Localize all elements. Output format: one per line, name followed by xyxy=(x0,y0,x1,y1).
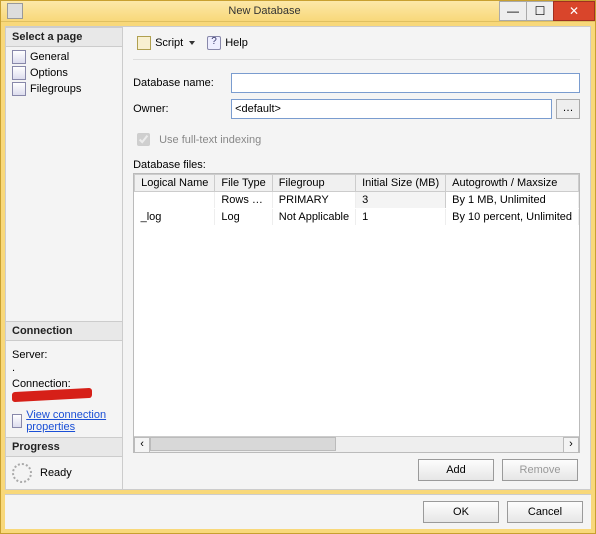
scroll-left-arrow[interactable]: ‹ xyxy=(134,437,150,453)
sidebar-item-options[interactable]: Options xyxy=(6,65,122,81)
owner-input[interactable] xyxy=(231,99,552,119)
col-filegroup[interactable]: Filegroup xyxy=(272,175,355,192)
script-label: Script xyxy=(155,37,183,49)
cell-autogrowth[interactable]: By 10 percent, Unlimited xyxy=(446,209,579,226)
maximize-button[interactable]: ☐ xyxy=(526,1,554,21)
cell-file-type[interactable]: Log xyxy=(215,209,272,226)
scroll-right-arrow[interactable]: › xyxy=(563,437,579,453)
db-name-label: Database name: xyxy=(133,77,231,89)
progress-spinner-icon xyxy=(12,463,32,483)
connection-label: Connection: xyxy=(12,378,116,390)
properties-icon xyxy=(12,414,22,428)
fulltext-checkbox xyxy=(137,133,150,146)
progress-status: Ready xyxy=(40,467,72,479)
app-icon xyxy=(7,3,23,19)
connection-value-redacted xyxy=(12,388,92,402)
cell-filegroup[interactable]: PRIMARY xyxy=(272,192,355,209)
sidebar-item-label: Options xyxy=(30,67,68,79)
dialog-footer: OK Cancel xyxy=(5,494,591,529)
help-icon xyxy=(207,36,221,50)
page-icon xyxy=(12,66,26,80)
database-files-grid[interactable]: Logical Name File Type Filegroup Initial… xyxy=(133,173,580,453)
help-button[interactable]: Help xyxy=(203,35,252,51)
connection-header: Connection xyxy=(6,321,122,341)
db-name-input[interactable] xyxy=(231,73,580,93)
cell-filegroup[interactable]: Not Applicable xyxy=(272,209,355,226)
cell-logical-name[interactable] xyxy=(135,192,215,209)
page-icon xyxy=(12,82,26,96)
col-file-type[interactable]: File Type xyxy=(215,175,272,192)
sidebar-item-general[interactable]: General xyxy=(6,49,122,65)
select-page-header: Select a page xyxy=(6,27,122,47)
fulltext-label: Use full-text indexing xyxy=(159,134,261,146)
scroll-track[interactable] xyxy=(150,437,563,453)
table-row[interactable]: _log Log Not Applicable 1 By 10 percent,… xyxy=(135,209,579,226)
table-row[interactable]: Rows … PRIMARY 3 By 1 MB, Unlimited xyxy=(135,192,579,209)
server-label: Server: xyxy=(12,349,116,361)
close-button[interactable]: ✕ xyxy=(553,1,595,21)
cell-file-type[interactable]: Rows … xyxy=(215,192,272,209)
script-dropdown[interactable]: Script xyxy=(133,35,199,51)
new-database-dialog: New Database — ☐ ✕ Select a page General… xyxy=(0,0,596,534)
server-value: . xyxy=(12,362,116,374)
view-connection-properties-link[interactable]: View connection properties xyxy=(12,409,116,433)
page-icon xyxy=(12,50,26,64)
scroll-thumb[interactable] xyxy=(150,437,336,451)
progress-header: Progress xyxy=(6,437,122,457)
cell-autogrowth[interactable]: By 1 MB, Unlimited xyxy=(446,192,579,209)
col-logical-name[interactable]: Logical Name xyxy=(135,175,215,192)
toolbar: Script Help xyxy=(133,33,580,60)
main-panel: Script Help Database name: Owner: … Use xyxy=(123,27,590,489)
cell-initial-size[interactable]: 3 xyxy=(356,192,446,209)
col-initial-size[interactable]: Initial Size (MB) xyxy=(356,175,446,192)
script-icon xyxy=(137,36,151,50)
sidebar-item-label: General xyxy=(30,51,69,63)
help-label: Help xyxy=(225,37,248,49)
database-files-label: Database files: xyxy=(133,159,580,171)
owner-label: Owner: xyxy=(133,103,231,115)
title-bar[interactable]: New Database — ☐ ✕ xyxy=(1,1,595,22)
minimize-button[interactable]: — xyxy=(499,1,527,21)
remove-button: Remove xyxy=(502,459,578,481)
link-label: View connection properties xyxy=(26,409,116,433)
ok-button[interactable]: OK xyxy=(423,501,499,523)
sidebar: Select a page General Options Filegroups… xyxy=(6,27,123,489)
horizontal-scrollbar[interactable]: ‹ › xyxy=(134,436,579,452)
sidebar-item-filegroups[interactable]: Filegroups xyxy=(6,81,122,97)
owner-browse-button[interactable]: … xyxy=(556,99,580,119)
add-button[interactable]: Add xyxy=(418,459,494,481)
cell-initial-size[interactable]: 1 xyxy=(356,209,446,226)
cell-logical-name[interactable]: _log xyxy=(135,209,215,226)
sidebar-item-label: Filegroups xyxy=(30,83,81,95)
window-title: New Database xyxy=(29,5,500,17)
col-autogrowth[interactable]: Autogrowth / Maxsize xyxy=(446,175,579,192)
cancel-button[interactable]: Cancel xyxy=(507,501,583,523)
chevron-down-icon xyxy=(189,41,195,45)
